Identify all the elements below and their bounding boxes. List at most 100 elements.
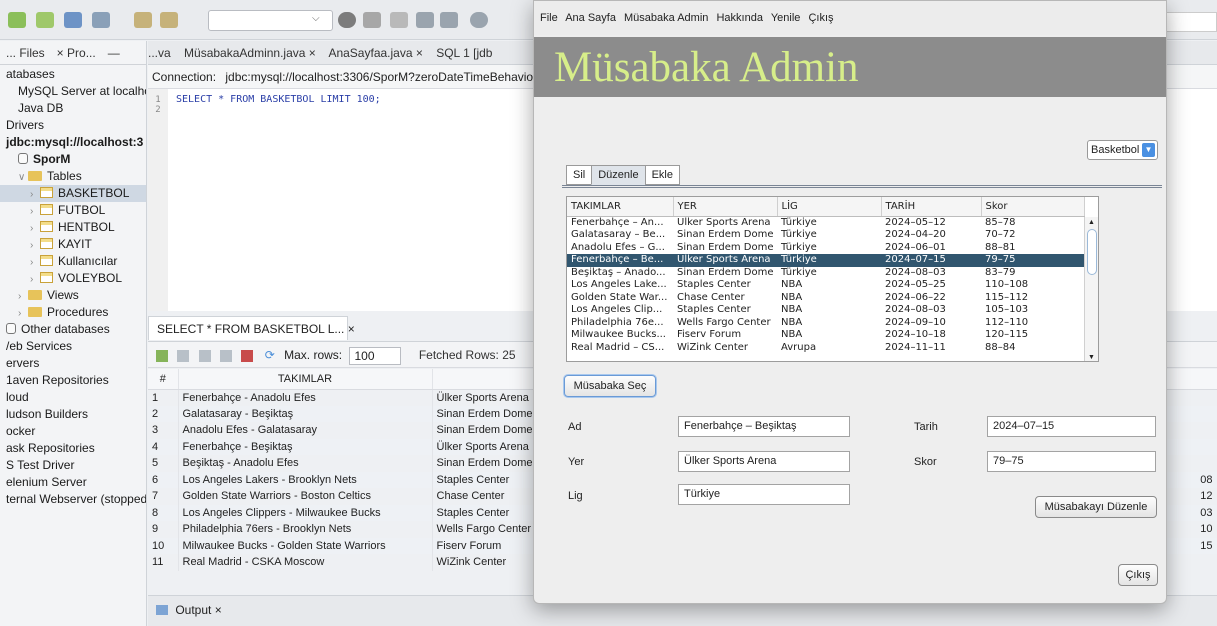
edit-match-button[interactable]: Müsabakayı Düzenle [1035, 496, 1157, 518]
column-header-tarih[interactable]: TARİH [881, 197, 982, 217]
result-cell[interactable]: 6 [148, 471, 179, 488]
skor-field[interactable]: 79–75 [987, 451, 1156, 472]
exit-button[interactable]: Çıkış [1118, 564, 1158, 586]
tree-item[interactable]: elenium Server [0, 474, 146, 491]
result-cell[interactable]: Los Angeles Lakers - Brooklyn Nets [178, 471, 433, 488]
result-cell[interactable]: Real Madrid - CSKA Moscow [178, 554, 433, 571]
result-cell[interactable]: Fenerbahçe - Beşiktaş [178, 438, 433, 455]
result-cell[interactable]: Los Angeles Clippers - Milwaukee Bucks [178, 504, 433, 521]
result-tab[interactable]: SELECT * FROM BASKETBOL L... × [148, 316, 355, 340]
tree-item[interactable]: atabases [0, 66, 146, 83]
column-header-lig[interactable]: LİG [777, 197, 882, 217]
tree-item[interactable]: SporM [0, 151, 146, 168]
tree-item[interactable]: › Kullanıcılar [0, 253, 146, 270]
new-file-icon[interactable] [8, 12, 26, 28]
max-rows-input[interactable]: 100 [349, 346, 402, 365]
yer-field[interactable]: Ülker Sports Arena [678, 451, 850, 472]
tree-item[interactable]: MySQL Server at localhost [0, 83, 146, 100]
match-row[interactable]: Anadolu Efes – G... Sinan Erdem Dome Türki… [567, 242, 1084, 255]
tree-item[interactable]: › KAYIT [0, 236, 146, 253]
open-project-icon[interactable] [64, 12, 82, 28]
hammer-icon[interactable] [363, 12, 381, 28]
chevron-right-icon[interactable]: › [30, 237, 40, 254]
match-row[interactable]: Beşiktaş – Anado... Sinan Erdem Dome Türki… [567, 267, 1084, 280]
editor-tab-anasayfa[interactable]: AnaSayfaa.java × [328, 46, 422, 60]
tree-item[interactable]: › Views [0, 287, 146, 304]
column-header[interactable]: TAKIMLAR [178, 369, 433, 390]
tree-item[interactable]: jdbc:mysql://localhost:3 [0, 134, 146, 151]
column-header-yer[interactable]: YER [673, 197, 778, 217]
tree-item[interactable]: Drivers [0, 117, 146, 134]
tree-item[interactable]: ask Repositories [0, 440, 146, 457]
tree-item[interactable]: S Test Driver [0, 457, 146, 474]
menu-musabaka-admin[interactable]: Müsabaka Admin [624, 12, 708, 24]
match-row[interactable]: Milwaukee Bucks... Fiserv Forum NBA 2024–10… [567, 329, 1084, 342]
clean-build-icon[interactable] [390, 12, 408, 28]
settings-icon[interactable] [338, 12, 356, 28]
chevron-right-icon[interactable]: › [30, 271, 40, 288]
undo-icon[interactable] [134, 12, 152, 28]
match-row[interactable]: Philadelphia 76e... Wells Fargo Center NBA… [567, 317, 1084, 330]
chevron-right-icon[interactable]: › [18, 288, 28, 305]
refresh-icon[interactable]: ⟳ [265, 348, 275, 362]
tree-item[interactable]: Other databases [0, 321, 146, 338]
tree-item[interactable]: ervers [0, 355, 146, 372]
result-cell[interactable]: 7 [148, 488, 179, 505]
tarih-field[interactable]: 2024–07–15 [987, 416, 1156, 437]
tab-projects[interactable]: × Pro... [51, 46, 102, 60]
result-cell[interactable]: Milwaukee Bucks - Golden State Warriors [178, 537, 433, 554]
chevron-right-icon[interactable]: › [30, 186, 40, 203]
tab-sil[interactable]: Sil [566, 165, 593, 185]
result-cell[interactable]: 3 [148, 422, 179, 439]
tree-item[interactable]: Java DB [0, 100, 146, 117]
scrollbar-thumb[interactable] [1087, 229, 1097, 275]
match-row[interactable]: Real Madrid – CS... WiZink Center Avrupa 20… [567, 342, 1084, 355]
tree-item[interactable]: › VOLEYBOL [0, 270, 146, 287]
chevron-right-icon[interactable]: › [18, 305, 28, 322]
match-row[interactable]: Galatasaray – Be... Sinan Erdem Dome Türki… [567, 229, 1084, 242]
tree-item[interactable]: ∨ Tables [0, 168, 146, 185]
tree-item[interactable]: ternal Webserver (stopped [0, 491, 146, 508]
chevron-right-icon[interactable]: › [30, 254, 40, 271]
editor-tab-java[interactable]: ...va [148, 46, 171, 60]
new-project-icon[interactable] [36, 12, 54, 28]
truncate-icon[interactable] [241, 349, 254, 362]
result-cell[interactable]: 1 [148, 389, 179, 406]
result-cell[interactable]: 2 [148, 405, 179, 422]
menu-hakkinda[interactable]: Hakkında [716, 12, 762, 24]
result-cell[interactable]: 5 [148, 455, 179, 472]
delete-record-icon[interactable] [177, 349, 190, 362]
commit-icon[interactable] [198, 349, 211, 362]
save-all-icon[interactable] [92, 12, 110, 28]
connection-select[interactable]: jdbc:mysql://localhost:3306/SporM?zeroDa… [225, 70, 562, 84]
sql-statement[interactable]: SELECT * FROM BASKETBOL LIMIT 100; [176, 94, 381, 105]
table-scrollbar[interactable]: ▲ ▼ [1084, 217, 1098, 361]
output-tab[interactable]: Output × [175, 603, 221, 617]
menu-yenile[interactable]: Yenile [771, 12, 801, 24]
editor-tab-sql[interactable]: SQL 1 [jdb [436, 46, 492, 60]
tree-item[interactable]: ocker [0, 423, 146, 440]
sport-select[interactable]: Basketbol ▼ [1087, 140, 1158, 160]
tab-ekle[interactable]: Ekle [644, 165, 680, 185]
match-row[interactable]: Los Angeles Lake... Staples Center NBA 2024… [567, 279, 1084, 292]
tree-item[interactable]: › Procedures [0, 304, 146, 321]
result-cell[interactable]: Golden State Warriors - Boston Celtics [178, 488, 433, 505]
ad-field[interactable]: Fenerbahçe – Beşiktaş [678, 416, 850, 437]
tree-item[interactable]: loud [0, 389, 146, 406]
tree-item[interactable]: 1aven Repositories [0, 372, 146, 389]
profile-icon[interactable] [470, 12, 488, 28]
tab-files[interactable]: ... Files [0, 46, 51, 60]
editor-tab-musabakaadmin[interactable]: MüsabakaAdminn.java × [184, 46, 316, 60]
column-header[interactable]: # [148, 369, 179, 390]
chevron-right-icon[interactable]: › [30, 220, 40, 237]
match-row[interactable]: Los Angeles Clip... Staples Center NBA 2024… [567, 304, 1084, 317]
cancel-edits-icon[interactable] [220, 349, 233, 362]
result-cell[interactable]: Anadolu Efes - Galatasaray [178, 422, 433, 439]
tree-item[interactable]: › FUTBOL [0, 202, 146, 219]
column-header-skor[interactable]: Skor [981, 197, 1085, 217]
scroll-down-icon[interactable]: ▼ [1088, 354, 1095, 361]
menu-file[interactable]: File [540, 12, 558, 24]
column-header-takimlar[interactable]: TAKIMLAR [567, 197, 674, 217]
menu-cikis[interactable]: Çıkış [808, 12, 833, 24]
insert-record-icon[interactable] [156, 349, 168, 362]
